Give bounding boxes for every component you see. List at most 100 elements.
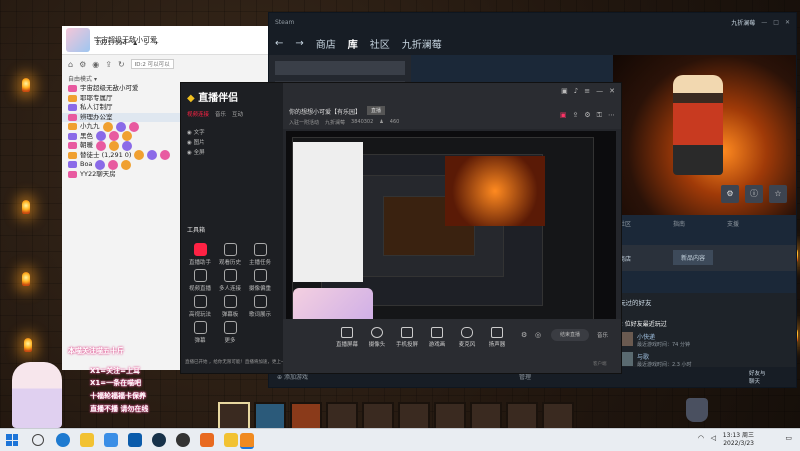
screen-capture-tool[interactable]: 直播屏幕 <box>333 327 361 348</box>
gift-icon <box>96 140 106 151</box>
nav-library[interactable]: 库 <box>348 36 358 51</box>
gift-box-icon[interactable]: ▣ <box>560 111 567 120</box>
app-logo: ◆ 直播伴侣 <box>181 83 283 108</box>
more-content-button[interactable]: 新品内容 <box>673 250 714 265</box>
friends-chat-button[interactable]: 好友与 聊天 <box>749 369 766 385</box>
toolbox-button[interactable]: 主播任务 <box>247 243 273 266</box>
back-icon[interactable]: ← <box>275 38 283 49</box>
location-icon[interactable]: ◉ <box>92 60 99 69</box>
steam-user-name[interactable]: 九折澜莓 <box>731 18 755 27</box>
home-icon[interactable]: ⌂ <box>68 60 73 69</box>
tab-support[interactable]: 支援 <box>727 219 739 228</box>
toolbox-button[interactable]: 更多 <box>217 321 243 344</box>
gift-icon <box>134 150 145 161</box>
room-meta: 入驻一附活动 九折澜莓 3840302 ♟ 460 <box>289 119 399 126</box>
share-icon[interactable]: ⇪ <box>105 60 112 69</box>
toolbox-button[interactable]: 视频直播 <box>187 269 213 292</box>
volume-icon[interactable]: ◁ <box>711 434 716 442</box>
sidebar-tab[interactable]: 音乐 <box>215 110 226 118</box>
toolbox-button[interactable]: 弹幕 <box>187 321 213 344</box>
menu-icon[interactable]: ≡ <box>584 87 590 95</box>
toolbox-button[interactable]: 弹幕板 <box>217 295 243 318</box>
mail-icon[interactable] <box>128 433 142 447</box>
chat-message-text: 宇宙超级无敌小可爱 <box>80 84 139 92</box>
gift-icon[interactable]: ▣ <box>561 87 568 95</box>
star-icon[interactable]: ☆ <box>769 185 787 203</box>
nav-community[interactable]: 社区 <box>370 36 390 51</box>
toolbox-button[interactable]: 多人连接 <box>217 269 243 292</box>
store-icon[interactable] <box>104 433 118 447</box>
toolbox-button[interactable]: 高视玩法 <box>187 295 213 318</box>
user-badge-icon <box>68 113 77 121</box>
user-badge-icon <box>68 161 77 169</box>
steam-icon[interactable] <box>152 433 166 447</box>
forward-icon[interactable]: → <box>295 38 303 49</box>
maximize-icon[interactable]: □ <box>773 19 779 26</box>
user-badge-icon <box>68 94 77 102</box>
nav-user[interactable]: 九折澜莓 <box>402 36 442 51</box>
close-icon[interactable]: ✕ <box>785 19 790 26</box>
live-companion-window: ◆ 直播伴侣 视频连接 音乐 互动 ◉ 文字 ◉ 图片 ◉ 全屏 工具箱 直播助… <box>180 82 622 374</box>
room-tag: 直播 <box>367 106 386 115</box>
microphone-tool[interactable]: 麦克风 <box>453 327 481 348</box>
scene-item[interactable]: ◉ 图片 <box>187 138 277 148</box>
library-home[interactable] <box>275 61 405 75</box>
toolbox-button[interactable]: 歌词展示 <box>247 295 273 318</box>
gift-icon <box>160 150 171 161</box>
app-icon[interactable] <box>200 433 214 447</box>
game-icon <box>431 327 443 338</box>
minimize-icon[interactable]: — <box>596 87 603 95</box>
share-icon[interactable]: ⇪ <box>573 111 579 120</box>
toolbox-button[interactable]: 摄像偏重 <box>247 269 273 292</box>
record-icon[interactable]: ◎ <box>535 331 541 339</box>
tab-guides[interactable]: 指南 <box>673 219 685 228</box>
bell-icon[interactable]: ♪ <box>574 87 578 95</box>
gear-icon[interactable]: ⚙ <box>721 185 739 203</box>
chat-toolbar: ⌂ ⚙ ◉ ⇪ ↻ ID:2 可以可以 <box>62 55 270 73</box>
lock-icon[interactable]: ⚿ <box>597 111 602 120</box>
toolbox-label: 直播助手 <box>188 260 211 266</box>
user-badge-icon <box>68 142 77 150</box>
friend-entry[interactable]: 小快递 最近游戏时间：74 分钟 <box>613 330 796 350</box>
end-live-button[interactable]: 结束直播 <box>551 329 589 341</box>
sidebar-tab[interactable]: 视频连接 <box>187 110 209 118</box>
scene-label: 全屏 <box>193 150 205 156</box>
toolbox-button[interactable]: 直播助手 <box>187 243 213 266</box>
start-windows-icon[interactable] <box>6 434 18 446</box>
toolbox-button[interactable]: 观看历史 <box>217 243 243 266</box>
sticker-line: 十福轮福福卡保养 <box>90 392 146 400</box>
scene-item[interactable]: ◉ 全屏 <box>187 148 277 158</box>
settings-icon[interactable]: ⚙ <box>79 60 86 69</box>
settings-icon[interactable]: ⚙ <box>584 111 590 120</box>
scene-label: 图片 <box>193 140 205 146</box>
live-companion-icon[interactable] <box>224 433 238 447</box>
speaker-tool[interactable]: 扬声器 <box>483 327 511 348</box>
more-icon[interactable]: ⋯ <box>608 111 615 120</box>
scene-list: ◉ 文字 ◉ 图片 ◉ 全屏 <box>187 128 277 158</box>
settings-icon[interactable]: ⚙ <box>521 331 527 339</box>
notification-icon[interactable]: ▭ <box>785 434 792 442</box>
nav-store[interactable]: 商店 <box>316 36 336 51</box>
file-explorer-icon[interactable] <box>80 433 94 447</box>
refresh-icon[interactable]: ↻ <box>118 60 125 69</box>
music-button[interactable]: 音乐 <box>597 331 608 339</box>
app-icon[interactable] <box>176 433 190 447</box>
minimize-icon[interactable]: — <box>761 19 767 26</box>
toolbox-label: 多人连接 <box>218 286 241 292</box>
edge-browser-icon[interactable] <box>56 433 70 447</box>
info-icon[interactable]: ⓘ <box>745 185 763 203</box>
system-clock[interactable]: 13:13 周三 2022/3/23 <box>723 432 754 448</box>
person-icon: ♟ <box>132 40 138 47</box>
camera-tool[interactable]: 摄像头 <box>363 327 391 348</box>
friend-name: 与歌 <box>637 354 650 361</box>
gift-icon <box>109 140 119 151</box>
scene-item[interactable]: ◉ 文字 <box>187 128 277 138</box>
wifi-icon[interactable]: ◠ <box>698 434 704 442</box>
search-icon[interactable] <box>32 434 44 446</box>
gift-icon <box>102 121 113 132</box>
game-capture-tool[interactable]: 游戏画 <box>423 327 451 348</box>
close-icon[interactable]: ✕ <box>609 87 615 95</box>
phone-cast-tool[interactable]: 手机投屏 <box>393 327 421 348</box>
game-app-icon[interactable] <box>240 433 254 449</box>
sidebar-tab[interactable]: 互动 <box>232 110 243 118</box>
